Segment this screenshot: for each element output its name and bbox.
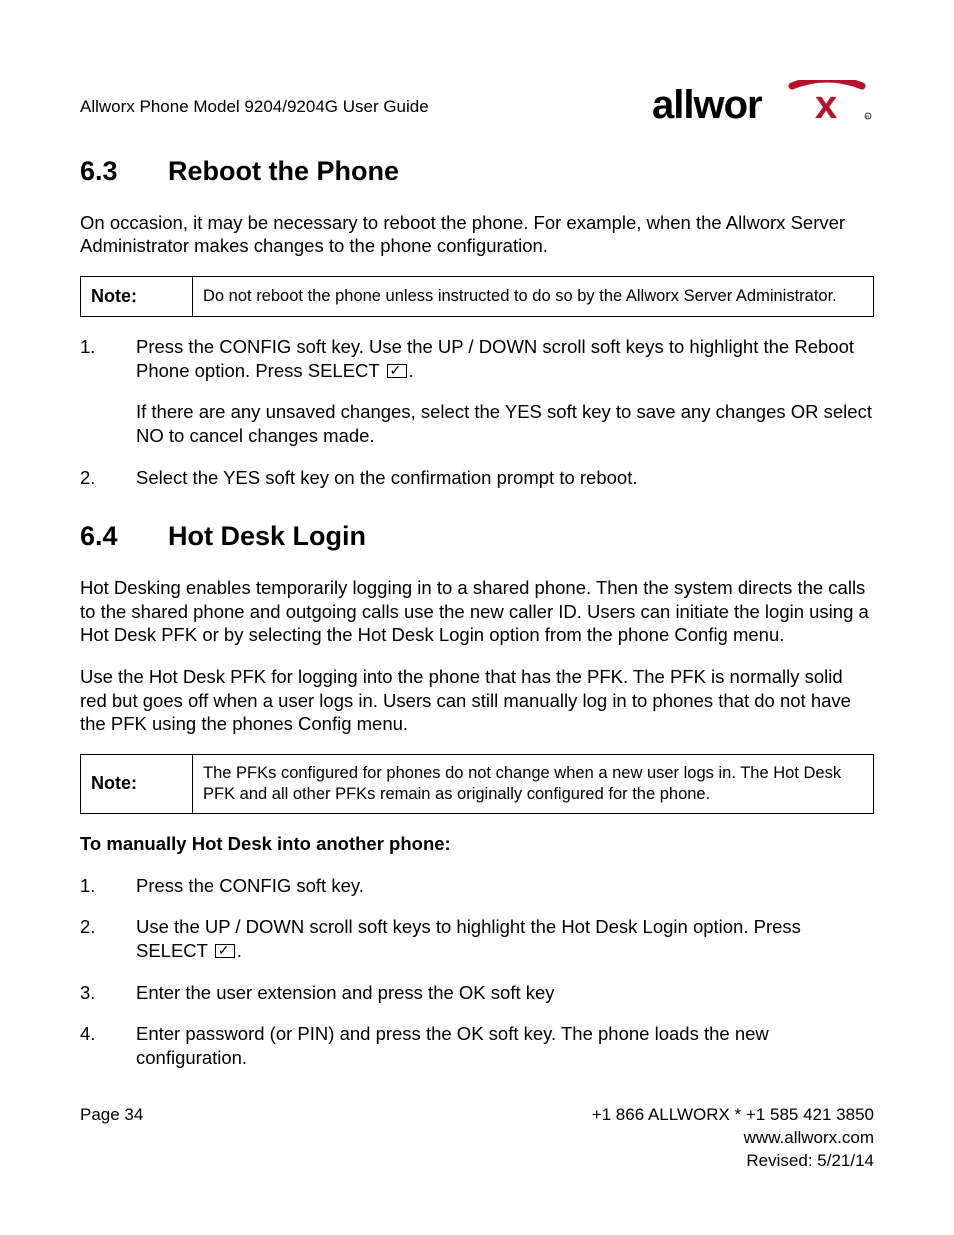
section-number: 6.4 bbox=[80, 519, 168, 554]
step-2: Select the YES soft key on the confirmat… bbox=[80, 466, 874, 490]
select-checkbox-icon bbox=[387, 364, 407, 378]
mstep-3: Enter the user extension and press the O… bbox=[80, 981, 874, 1005]
step-text-end: . bbox=[237, 940, 242, 961]
mstep-1: Press the CONFIG soft key. bbox=[80, 874, 874, 898]
section-6-4-p1: Hot Desking enables temporarily logging … bbox=[80, 576, 874, 647]
note-label: Note: bbox=[81, 754, 193, 813]
steps-6-4-manual: Press the CONFIG soft key. Use the UP / … bbox=[80, 874, 874, 1070]
allworx-logo: allwor x R bbox=[652, 80, 874, 124]
step-text-end: . bbox=[409, 360, 414, 381]
note-label: Note: bbox=[81, 276, 193, 316]
page-footer: Page 34 +1 866 ALLWORX * +1 585 421 3850… bbox=[80, 1104, 874, 1173]
section-6-3-heading: 6.3Reboot the Phone bbox=[80, 154, 874, 189]
section-6-3-intro: On occasion, it may be necessary to rebo… bbox=[80, 211, 874, 258]
header-title: Allworx Phone Model 9204/9204G User Guid… bbox=[80, 96, 429, 124]
section-title: Reboot the Phone bbox=[168, 156, 399, 186]
note-box-6-3: Note: Do not reboot the phone unless ins… bbox=[80, 276, 874, 317]
mstep-2: Use the UP / DOWN scroll soft keys to hi… bbox=[80, 915, 874, 962]
section-title: Hot Desk Login bbox=[168, 521, 366, 551]
footer-phone: +1 866 ALLWORX * +1 585 421 3850 bbox=[592, 1104, 874, 1127]
step-text: Press the CONFIG soft key. Use the UP / … bbox=[136, 336, 854, 381]
note-text: Do not reboot the phone unless instructe… bbox=[193, 276, 874, 316]
footer-page: Page 34 bbox=[80, 1104, 143, 1173]
step-text: Use the UP / DOWN scroll soft keys to hi… bbox=[136, 916, 801, 961]
footer-url: www.allworx.com bbox=[592, 1127, 874, 1150]
note-box-6-4: Note: The PFKs configured for phones do … bbox=[80, 754, 874, 814]
step-1-sub: If there are any unsaved changes, select… bbox=[136, 400, 874, 447]
svg-text:x: x bbox=[815, 83, 837, 124]
manual-heading: To manually Hot Desk into another phone: bbox=[80, 832, 874, 856]
section-number: 6.3 bbox=[80, 154, 168, 189]
section-6-4-p2: Use the Hot Desk PFK for logging into th… bbox=[80, 665, 874, 736]
step-1: Press the CONFIG soft key. Use the UP / … bbox=[80, 335, 874, 448]
select-checkbox-icon bbox=[215, 944, 235, 958]
section-6-4-heading: 6.4Hot Desk Login bbox=[80, 519, 874, 554]
note-text: The PFKs configured for phones do not ch… bbox=[193, 754, 874, 813]
svg-text:allwor: allwor bbox=[652, 83, 762, 124]
steps-6-3: Press the CONFIG soft key. Use the UP / … bbox=[80, 335, 874, 489]
page-header: Allworx Phone Model 9204/9204G User Guid… bbox=[80, 80, 874, 124]
footer-revised: Revised: 5/21/14 bbox=[592, 1150, 874, 1173]
mstep-4: Enter password (or PIN) and press the OK… bbox=[80, 1022, 874, 1069]
